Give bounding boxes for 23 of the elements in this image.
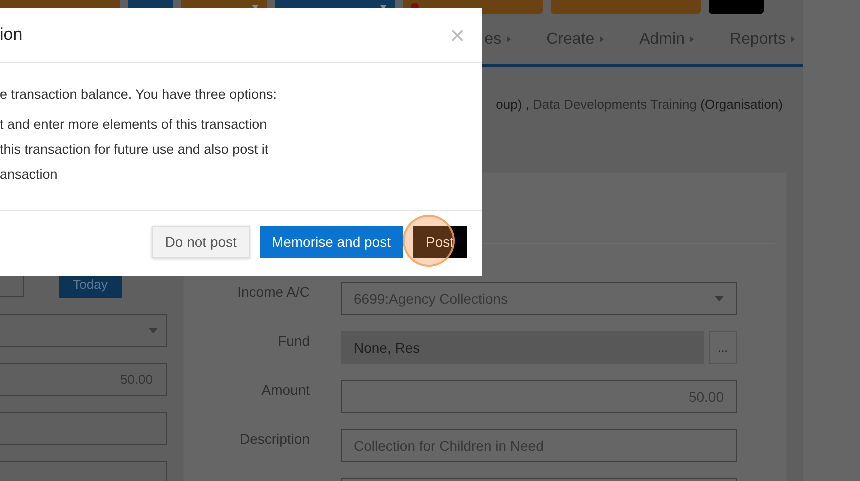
caret-icon bbox=[690, 36, 694, 43]
field-label: Fund bbox=[277, 332, 310, 349]
caret-icon bbox=[791, 36, 795, 43]
close-button[interactable]: × bbox=[447, 23, 468, 47]
browse-button[interactable]: ... bbox=[709, 331, 737, 364]
field-label: Description bbox=[238, 430, 310, 447]
option-text: t and enter more elements of this transaction bbox=[0, 117, 268, 134]
field-label: Amount bbox=[260, 381, 310, 398]
dialog-button[interactable]: Memorise and post bbox=[260, 226, 403, 258]
dropdown-caret-icon bbox=[715, 296, 724, 302]
option-text: this transaction for future use and also post it bbox=[0, 142, 270, 159]
select-field[interactable] bbox=[0, 314, 167, 347]
field-label: Income A/C bbox=[236, 283, 310, 300]
dialog-title: ion bbox=[0, 25, 23, 45]
caret-icon bbox=[506, 36, 511, 43]
input-field[interactable] bbox=[0, 461, 167, 481]
dropdown-caret-icon bbox=[149, 328, 158, 334]
dialog-button[interactable]: Do not post bbox=[152, 226, 250, 258]
caret-icon bbox=[600, 36, 604, 43]
input-field[interactable] bbox=[0, 412, 167, 445]
dialog-message: e transaction balance. You have three options: bbox=[0, 87, 278, 102]
option-text: ansaction bbox=[0, 167, 59, 184]
input-field: None, Res bbox=[341, 331, 704, 364]
